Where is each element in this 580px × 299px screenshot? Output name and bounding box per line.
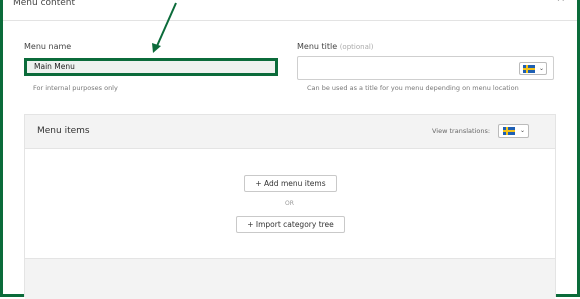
menu-title-label: Menu title (optional) — [297, 42, 374, 51]
sweden-flag-icon — [523, 65, 535, 73]
translation-language-select[interactable]: ⌄ — [498, 124, 529, 138]
add-menu-items-button[interactable]: + Add menu items — [244, 175, 337, 192]
menu-name-input[interactable]: Main Menu — [24, 58, 278, 76]
menu-title-label-text: Menu title — [297, 42, 338, 51]
language-select[interactable]: ⌄ — [519, 62, 547, 75]
chevron-down-icon: ⌄ — [520, 127, 526, 134]
menu-name-label: Menu name — [24, 42, 72, 51]
menu-title-helper: Can be used as a title for you menu depe… — [307, 84, 519, 92]
menu-items-title: Menu items — [37, 126, 90, 136]
menu-name-helper: For internal purposes only — [33, 84, 118, 92]
menu-items-footer — [25, 258, 555, 299]
menu-title-input[interactable]: ⌄ — [297, 56, 554, 80]
optional-hint: (optional) — [339, 43, 374, 51]
sweden-flag-icon — [503, 127, 515, 135]
import-category-tree-button[interactable]: + Import category tree — [236, 216, 345, 233]
or-separator: OR — [285, 200, 294, 207]
menu-items-header: Menu items View translations: ⌄ — [25, 115, 555, 149]
view-translations-label: View translations: — [432, 127, 491, 135]
menu-name-value: Main Menu — [34, 62, 75, 71]
chevron-down-icon: ⌄ — [539, 65, 545, 72]
menu-items-panel: Menu items View translations: ⌄ + Add me… — [24, 114, 556, 299]
